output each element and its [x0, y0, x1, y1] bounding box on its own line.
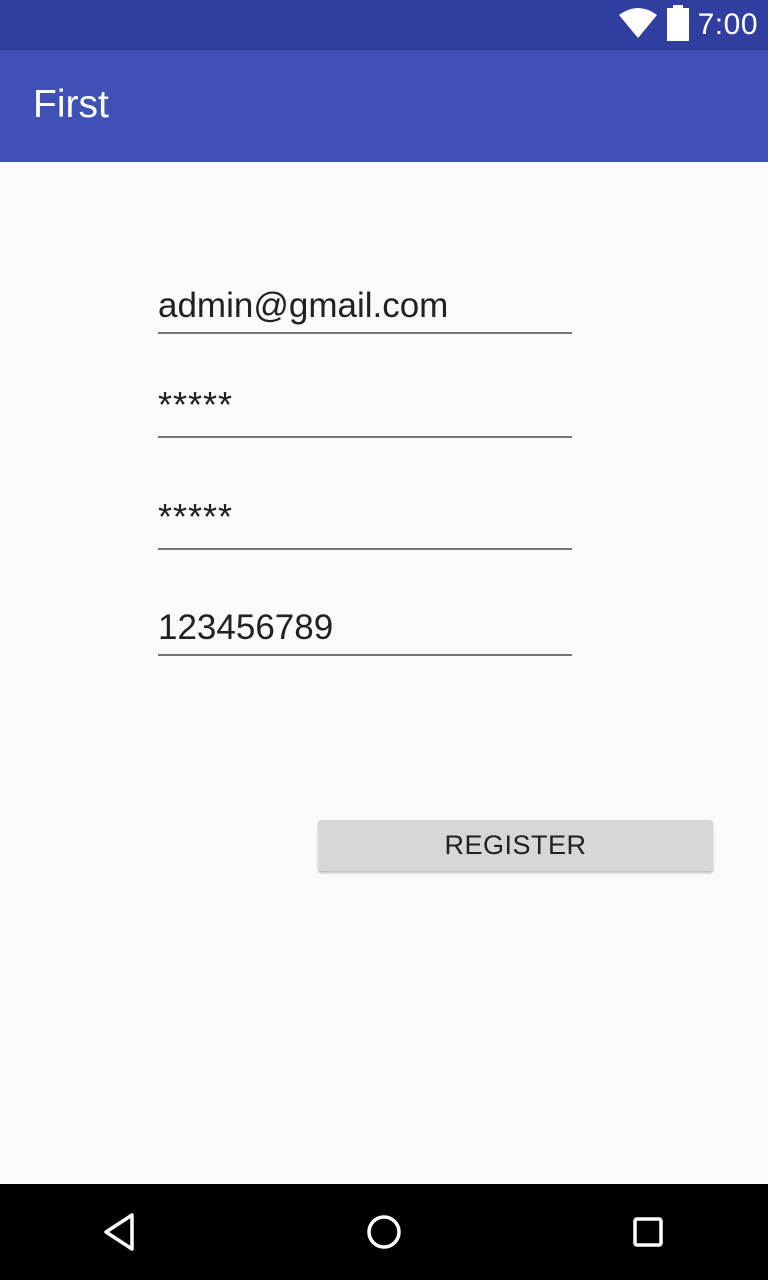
recents-icon[interactable]: [624, 1208, 672, 1256]
status-bar: 7:00: [0, 0, 768, 50]
battery-icon: [666, 4, 690, 46]
navigation-bar: [0, 1184, 768, 1280]
back-icon[interactable]: [96, 1208, 144, 1256]
app-bar: First: [0, 50, 768, 162]
wifi-icon: [618, 7, 658, 44]
password-field[interactable]: *****: [158, 376, 572, 438]
phone-field[interactable]: 123456789: [158, 594, 572, 656]
register-form: admin@gmail.com ***** ***** 123456789 RE…: [0, 162, 768, 1184]
register-button[interactable]: REGISTER: [318, 820, 713, 871]
app-title: First: [33, 83, 109, 126]
confirm-password-value: *****: [158, 496, 234, 537]
email-field[interactable]: admin@gmail.com: [158, 272, 572, 334]
status-icons: 7:00: [618, 0, 758, 50]
status-time: 7:00: [697, 8, 758, 41]
home-icon[interactable]: [360, 1208, 408, 1256]
email-value: admin@gmail.com: [158, 286, 449, 325]
password-value: *****: [158, 384, 234, 425]
phone-value: 123456789: [158, 608, 334, 647]
confirm-password-field[interactable]: *****: [158, 488, 572, 550]
